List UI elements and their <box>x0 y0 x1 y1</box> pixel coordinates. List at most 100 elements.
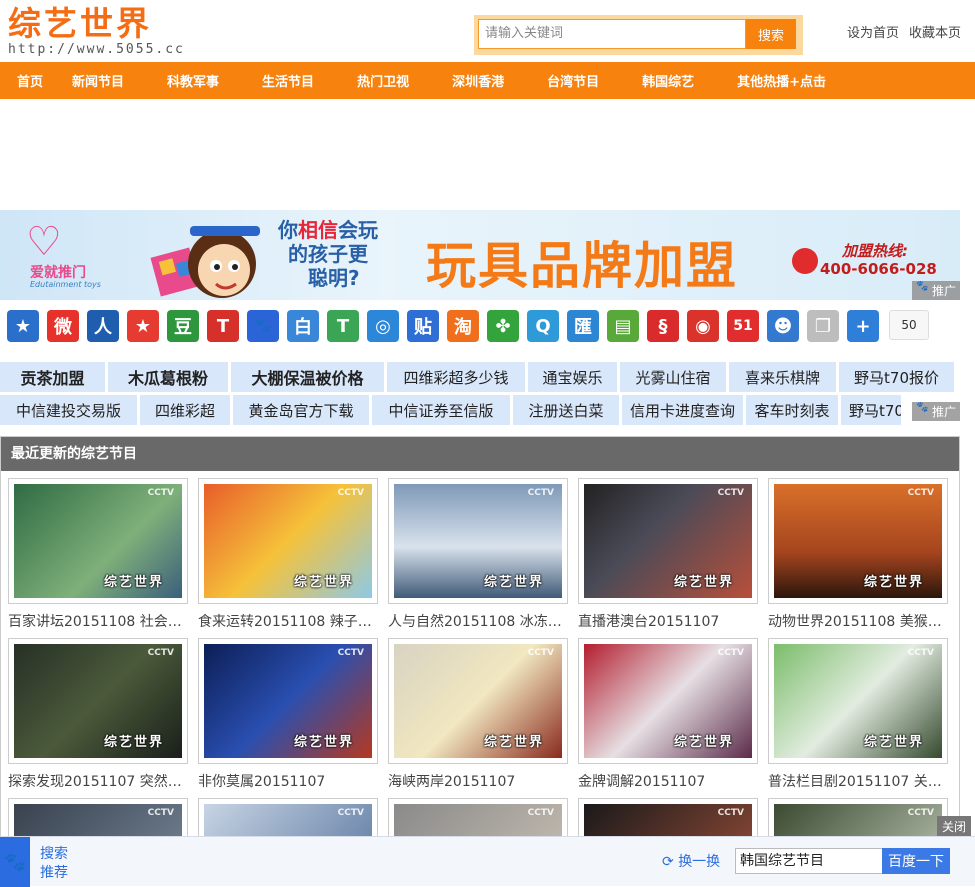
nav-item-other[interactable]: 其他热播+点击 <box>737 71 826 90</box>
nav-item-shenzhen-hk[interactable]: 深圳香港 <box>452 71 504 90</box>
show-title-link[interactable]: 直播港澳台20151107 <box>578 611 758 631</box>
keyword-link[interactable]: 四维彩超多少钱 <box>387 362 525 392</box>
nav-item-science-military[interactable]: 科教军事 <box>167 71 219 90</box>
show-title-link[interactable]: 非你莫属20151107 <box>198 771 378 791</box>
ad-banner[interactable]: ♡ 爱就推门 Edutainment toys 你相信会玩 的孩子更 聪明? 玩… <box>0 210 960 300</box>
show-title-link[interactable]: 海峡两岸20151107 <box>388 771 568 791</box>
site-logo[interactable]: 综艺世界 http://www.5055.cc <box>8 4 185 57</box>
keyword-link[interactable]: 贡茶加盟 <box>0 362 105 392</box>
keyword-link[interactable]: 野马t70报价 <box>839 362 954 392</box>
sohu-icon[interactable]: ◉ <box>687 310 719 342</box>
latest-shows-section: 最近更新的综艺节目 CCTV综艺世界百家讲坛20151108 社会主义核心价值观… <box>0 436 960 886</box>
keyword-row: 中信建投交易版 四维彩超 黄金岛官方下载 中信证券至信版 注册送白菜 信用卡进度… <box>0 395 960 425</box>
refresh-icon: ⟳ <box>662 854 674 870</box>
show-title-link[interactable]: 百家讲坛20151108 社会主义核心价值观 <box>8 611 188 631</box>
show-thumbnail[interactable]: CCTV 综艺世界 <box>8 478 188 604</box>
clover-icon[interactable]: ✤ <box>487 310 519 342</box>
keyword-link[interactable]: 喜来乐棋牌 <box>729 362 836 392</box>
bookmark-link[interactable]: 收藏本页 <box>909 22 961 41</box>
baidu-search-input[interactable]: 韩国综艺节目 <box>735 848 883 874</box>
favorite-star-icon[interactable]: ★ <box>127 310 159 342</box>
map-icon[interactable]: ▤ <box>607 310 639 342</box>
baidu-paw-icon[interactable]: 🐾 <box>247 310 279 342</box>
show-card[interactable]: CCTV 综艺世界动物世界20151108 美猴王的传说 <box>768 478 948 631</box>
show-thumbnail[interactable]: CCTV 综艺世界 <box>578 638 758 764</box>
keyword-link[interactable]: 四维彩超 <box>140 395 230 425</box>
nav-item-satellite-tv[interactable]: 热门卫视 <box>357 71 409 90</box>
show-title-link[interactable]: 金牌调解20151107 <box>578 771 758 791</box>
show-card[interactable]: CCTV 综艺世界非你莫属20151107 <box>198 638 378 791</box>
keyword-link[interactable]: 黄金岛官方下载 <box>233 395 369 425</box>
star-icon[interactable]: ★ <box>7 310 39 342</box>
tencent-icon[interactable]: T <box>327 310 359 342</box>
renren-icon[interactable]: 人 <box>87 310 119 342</box>
nav-item-life[interactable]: 生活节目 <box>262 71 314 90</box>
nav-item-news[interactable]: 新闻节目 <box>72 71 124 90</box>
channel-logo: CCTV <box>147 808 174 818</box>
channel-logo: CCTV <box>337 648 364 658</box>
keyword-link[interactable]: 中信证券至信版 <box>372 395 510 425</box>
friends-icon[interactable]: ☻ <box>767 310 799 342</box>
show-thumbnail[interactable]: CCTV 综艺世界 <box>198 638 378 764</box>
qzone-icon[interactable]: ◎ <box>367 310 399 342</box>
show-card[interactable]: CCTV 综艺世界探索发现20151107 突然袭击 <box>8 638 188 791</box>
show-title-link[interactable]: 动物世界20151108 美猴王的传说 <box>768 611 948 631</box>
keyword-link[interactable]: 大棚保温被价格 <box>231 362 384 392</box>
hui-icon[interactable]: 匯 <box>567 310 599 342</box>
baidu-search-button[interactable]: 百度一下 <box>882 848 950 874</box>
share-count[interactable]: 50 <box>889 310 929 340</box>
show-card[interactable]: CCTV 综艺世界直播港澳台20151107 <box>578 478 758 631</box>
show-title-link[interactable]: 食来运转20151108 辣子鸡丁 <box>198 611 378 631</box>
show-title-link[interactable]: 普法栏目剧20151107 关键时刻 <box>768 771 948 791</box>
search-label[interactable]: 搜索 <box>40 843 68 863</box>
channel-logo: CCTV <box>527 648 554 658</box>
nav-item-korean[interactable]: 韩国综艺 <box>642 71 694 90</box>
keyword-link[interactable]: 信用卡进度查询 <box>622 395 743 425</box>
show-title-link[interactable]: 探索发现20151107 突然袭击 <box>8 771 188 791</box>
close-button[interactable]: 关闭 <box>937 816 971 836</box>
show-card[interactable]: CCTV 综艺世界普法栏目剧20151107 关键时刻 <box>768 638 948 791</box>
plus-icon[interactable]: + <box>847 310 879 342</box>
refresh-button[interactable]: ⟳ 换一换 <box>662 851 720 871</box>
keyword-link[interactable]: 野马t70 <box>841 395 901 425</box>
show-card[interactable]: CCTV 综艺世界百家讲坛20151108 社会主义核心价值观 <box>8 478 188 631</box>
qq-icon[interactable]: Q <box>527 310 559 342</box>
keyword-link[interactable]: 中信建投交易版 <box>0 395 137 425</box>
baidu-paw-icon[interactable]: 🐾 <box>0 837 30 887</box>
keyword-link[interactable]: 客车时刻表 <box>746 395 838 425</box>
nav-item-taiwan[interactable]: 台湾节目 <box>547 71 599 90</box>
show-card[interactable]: CCTV 综艺世界人与自然20151108 冰冻星球 <box>388 478 568 631</box>
keyword-link[interactable]: 光雾山住宿 <box>620 362 726 392</box>
show-card[interactable]: CCTV 综艺世界食来运转20151108 辣子鸡丁 <box>198 478 378 631</box>
recommend-label[interactable]: 推荐 <box>40 862 68 882</box>
bai-icon[interactable]: 白 <box>287 310 319 342</box>
search-input[interactable]: 请输入关键词 <box>478 19 746 49</box>
copy-icon[interactable]: ❐ <box>807 310 839 342</box>
douban-icon[interactable]: 豆 <box>167 310 199 342</box>
show-thumbnail[interactable]: CCTV 综艺世界 <box>768 638 948 764</box>
set-homepage-link[interactable]: 设为首页 <box>847 22 899 41</box>
tieba-icon[interactable]: 贴 <box>407 310 439 342</box>
taobao-icon[interactable]: 淘 <box>447 310 479 342</box>
keyword-link[interactable]: 注册送白菜 <box>513 395 619 425</box>
show-thumbnail[interactable]: CCTV 综艺世界 <box>388 478 568 604</box>
show-thumbnail[interactable]: CCTV 综艺世界 <box>198 478 378 604</box>
nav-item-home[interactable]: 首页 <box>17 71 43 90</box>
tianya-icon[interactable]: T <box>207 310 239 342</box>
refresh-label: 换一换 <box>678 854 721 870</box>
show-thumbnail[interactable]: CCTV 综艺世界 <box>388 638 568 764</box>
keyword-link[interactable]: 木瓜葛根粉 <box>108 362 228 392</box>
search-button[interactable]: 搜索 <box>746 19 796 49</box>
hexun-icon[interactable]: § <box>647 310 679 342</box>
show-title-link[interactable]: 人与自然20151108 冰冻星球 <box>388 611 568 631</box>
show-thumbnail[interactable]: CCTV 综艺世界 <box>578 478 758 604</box>
keyword-link[interactable]: 通宝娱乐 <box>528 362 617 392</box>
weibo-icon[interactable]: 微 <box>47 310 79 342</box>
51-icon[interactable]: 51 <box>727 310 759 342</box>
baidu-search-bar: 🐾 搜索 推荐 ⟳ 换一换 韩国综艺节目 百度一下 <box>0 836 975 887</box>
show-card[interactable]: CCTV 综艺世界金牌调解20151107 <box>578 638 758 791</box>
show-thumbnail[interactable]: CCTV 综艺世界 <box>768 478 948 604</box>
show-thumbnail[interactable]: CCTV 综艺世界 <box>8 638 188 764</box>
show-card[interactable]: CCTV 综艺世界海峡两岸20151107 <box>388 638 568 791</box>
thumbnail-image: CCTV 综艺世界 <box>204 644 372 758</box>
